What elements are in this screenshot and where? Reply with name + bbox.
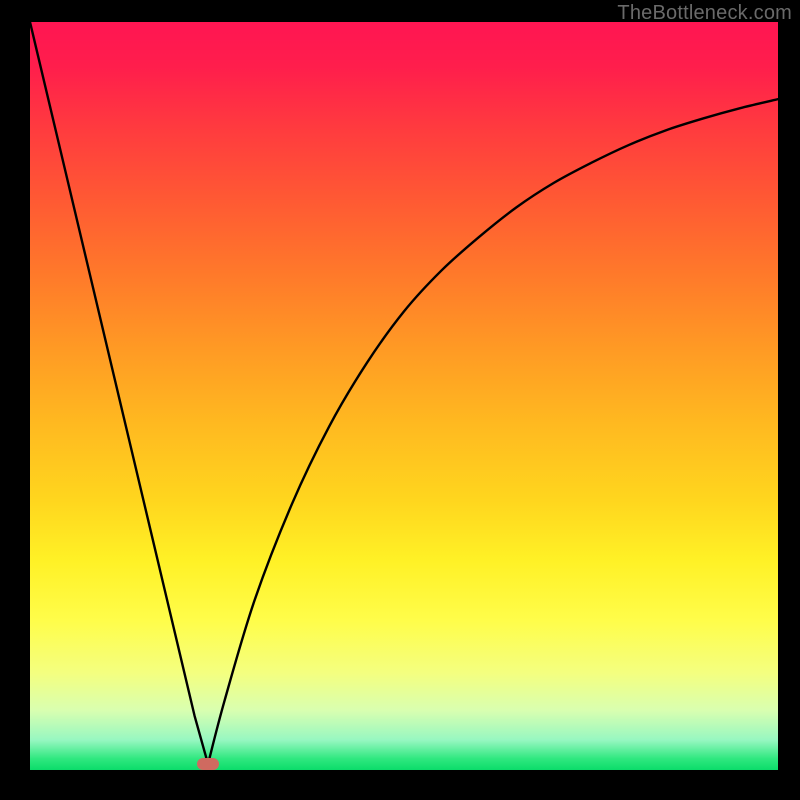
chart-frame: TheBottleneck.com	[0, 0, 800, 800]
curve-svg	[30, 22, 778, 770]
watermark-text: TheBottleneck.com	[617, 2, 792, 25]
plot-area	[30, 22, 778, 770]
optimum-marker	[197, 758, 219, 770]
bottleneck-curve	[30, 22, 778, 764]
